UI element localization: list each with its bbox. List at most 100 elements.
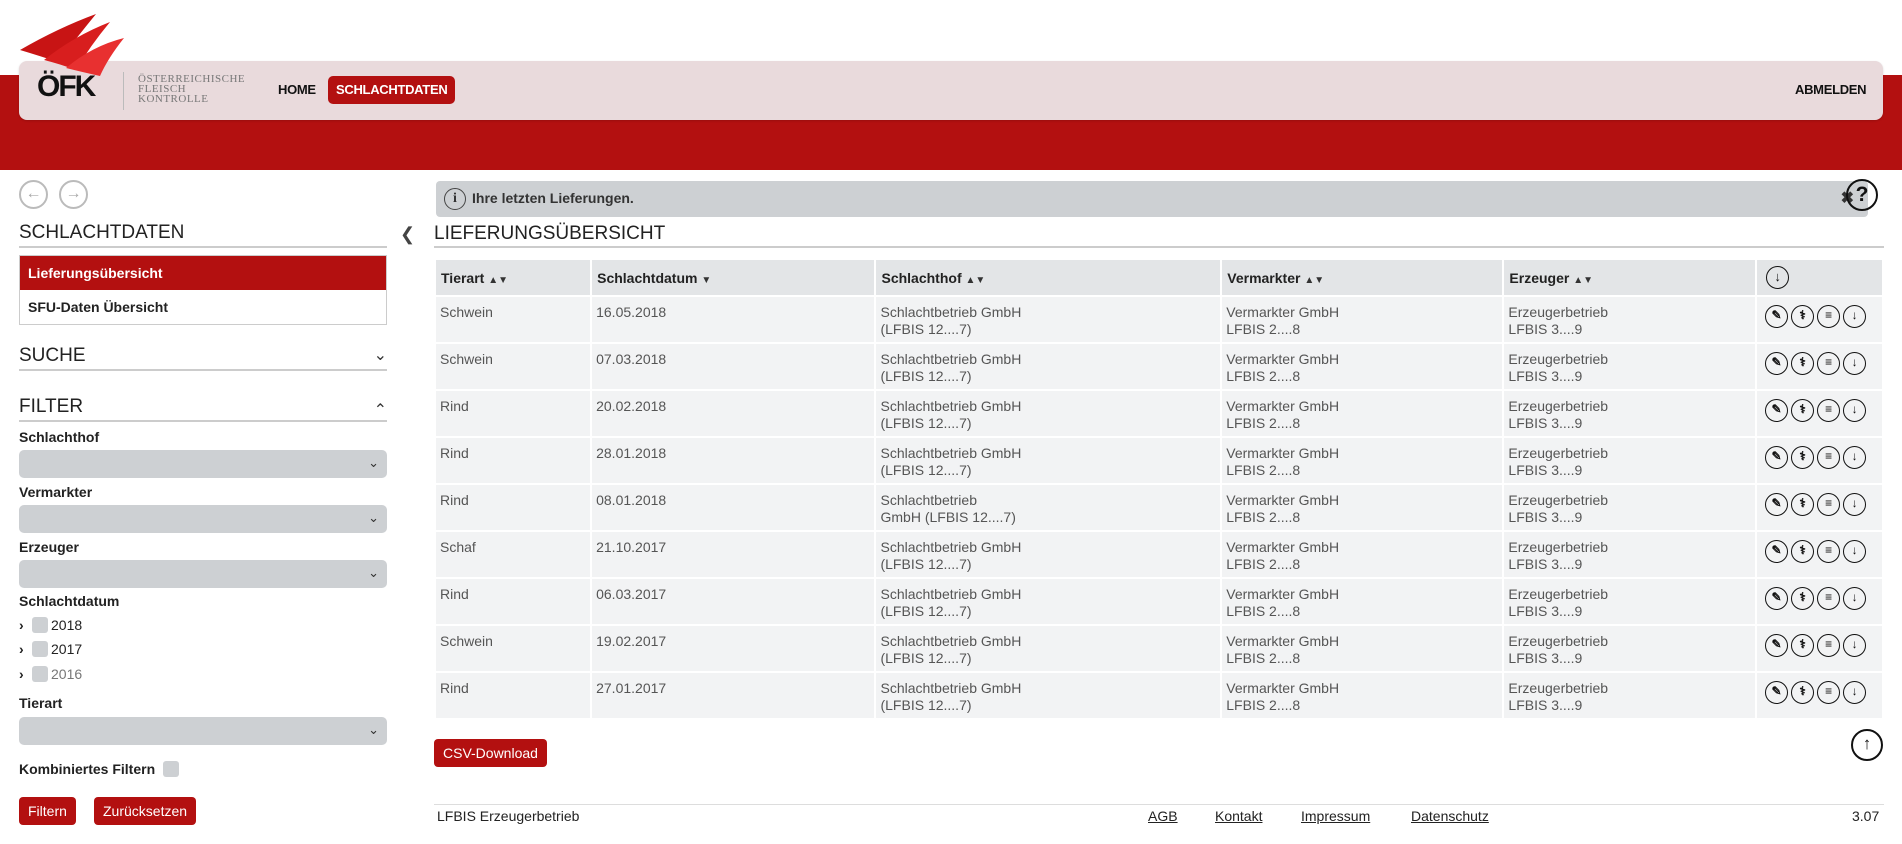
cell-text: 08.01.2018: [596, 492, 667, 508]
logo-sub-line-3: Kontrolle: [138, 93, 209, 105]
syringe-icon[interactable]: ✎: [1765, 305, 1789, 328]
stethoscope-icon[interactable]: ⚕: [1791, 399, 1815, 422]
download-icon[interactable]: ↓: [1843, 352, 1867, 375]
kombiniertes-filtern-checkbox[interactable]: [163, 761, 180, 777]
forward-arrow-icon[interactable]: →: [59, 180, 88, 209]
syringe-icon[interactable]: ✎: [1765, 634, 1789, 657]
vermarkter-select[interactable]: ⌄: [19, 505, 387, 533]
reset-button[interactable]: Zurücksetzen: [94, 797, 197, 825]
back-arrow-icon[interactable]: ←: [19, 180, 48, 209]
filtern-button[interactable]: Filtern: [19, 797, 76, 825]
footer-link-datenschutz[interactable]: Datenschutz: [1411, 808, 1489, 824]
footer-link-agb[interactable]: AGB: [1148, 808, 1178, 824]
nav-home[interactable]: HOME: [278, 76, 316, 104]
syringe-icon[interactable]: ✎: [1765, 446, 1789, 469]
download-icon[interactable]: ↓: [1843, 399, 1867, 422]
chevron-right-icon[interactable]: ›: [19, 641, 32, 657]
list-icon[interactable]: ≡: [1817, 493, 1841, 516]
schlachthof-select[interactable]: ⌄: [19, 450, 387, 478]
download-icon[interactable]: ↓: [1843, 305, 1867, 328]
stethoscope-icon[interactable]: ⚕: [1791, 493, 1815, 516]
syringe-icon[interactable]: ✎: [1765, 540, 1789, 563]
column-header-schlachtdatum[interactable]: Schlachtdatum ▼: [592, 260, 875, 295]
chevron-right-icon[interactable]: ›: [19, 666, 32, 682]
download-icon[interactable]: ↓: [1843, 493, 1867, 516]
nav-abmelden[interactable]: ABMELDEN: [1795, 76, 1867, 104]
cell-text: (LFBIS 12....7): [880, 368, 972, 384]
table-row: Schaf 21.10.2017 Schlachtbetrieb GmbH (LFBI…: [436, 532, 1882, 577]
cell-actions: ✎ ⚕ ≡ ↓: [1757, 485, 1882, 530]
cell-text: Vermarkter GmbH: [1226, 398, 1340, 414]
year-row-2017[interactable]: › 2017: [19, 641, 82, 661]
tierart-select[interactable]: ⌄: [19, 717, 387, 745]
year-checkbox[interactable]: [32, 617, 48, 633]
cell-text: Erzeugerbetrieb: [1508, 351, 1609, 367]
cell-vermarkter: Vermarkter GmbH LFBIS 2....8: [1222, 673, 1503, 718]
list-icon[interactable]: ≡: [1817, 352, 1841, 375]
sidebar-item-sfu-daten[interactable]: SFU-Daten Übersicht: [20, 290, 386, 324]
list-icon[interactable]: ≡: [1817, 634, 1841, 657]
chevron-right-icon[interactable]: ›: [19, 617, 32, 633]
cell-schlachthof: Schlachtbetrieb GmbH (LFBIS 12....7): [876, 673, 1221, 718]
stethoscope-icon[interactable]: ⚕: [1791, 352, 1815, 375]
year-row-2016[interactable]: › 2016: [19, 666, 82, 686]
csv-download-button[interactable]: CSV-Download: [434, 739, 547, 767]
footer-link-kontakt[interactable]: Kontakt: [1215, 808, 1262, 824]
schlachtdatum-label: Schlachtdatum: [19, 593, 120, 609]
cell-text: Erzeugerbetrieb: [1508, 398, 1609, 414]
cell-text: Schlachtbetrieb GmbH: [880, 539, 1022, 555]
filter-section[interactable]: FILTER ⌃: [19, 396, 387, 422]
column-header-download[interactable]: ↓: [1757, 260, 1882, 295]
cell-text: Erzeugerbetrieb: [1508, 304, 1609, 320]
column-header-schlachthof[interactable]: Schlachthof ▲▼: [876, 260, 1221, 295]
cell-schlachtdatum: 08.01.2018: [592, 485, 875, 530]
download-icon[interactable]: ↓: [1843, 634, 1867, 657]
stethoscope-icon[interactable]: ⚕: [1791, 681, 1815, 704]
syringe-icon[interactable]: ✎: [1765, 681, 1789, 704]
year-checkbox[interactable]: [32, 666, 48, 682]
footer-link-impressum[interactable]: Impressum: [1301, 808, 1370, 824]
stethoscope-icon[interactable]: ⚕: [1791, 587, 1815, 610]
cell-text: Schaf: [440, 539, 476, 555]
cell-actions: ✎ ⚕ ≡ ↓: [1757, 297, 1882, 342]
cell-schlachtdatum: 28.01.2018: [592, 438, 875, 483]
collapse-sidebar-icon[interactable]: ❮: [400, 224, 415, 245]
syringe-icon[interactable]: ✎: [1765, 352, 1789, 375]
nav-schlachtdaten[interactable]: SCHLACHTDATEN: [328, 76, 456, 104]
cell-text: LFBIS 2....8: [1226, 556, 1301, 572]
suche-section[interactable]: SUCHE ⌄: [19, 345, 387, 371]
list-icon[interactable]: ≡: [1817, 399, 1841, 422]
scroll-top-icon[interactable]: ↑: [1851, 729, 1883, 761]
list-icon[interactable]: ≡: [1817, 540, 1841, 563]
download-icon[interactable]: ↓: [1843, 446, 1867, 469]
cell-text: (LFBIS 12....7): [880, 462, 972, 478]
cell-tierart: Rind: [436, 579, 591, 624]
sidebar-item-lieferungsuebersicht[interactable]: Lieferungsübersicht: [20, 256, 386, 290]
stethoscope-icon[interactable]: ⚕: [1791, 634, 1815, 657]
footer-divider: [434, 804, 1884, 805]
stethoscope-icon[interactable]: ⚕: [1791, 540, 1815, 563]
column-header-vermarkter[interactable]: Vermarkter ▲▼: [1222, 260, 1503, 295]
syringe-icon[interactable]: ✎: [1765, 399, 1789, 422]
syringe-icon[interactable]: ✎: [1765, 587, 1789, 610]
download-icon[interactable]: ↓: [1843, 587, 1867, 610]
help-icon[interactable]: ?: [1846, 179, 1878, 211]
year-row-2018[interactable]: › 2018: [19, 617, 82, 637]
download-icon[interactable]: ↓: [1843, 540, 1867, 563]
download-all-icon[interactable]: ↓: [1766, 266, 1790, 289]
download-icon[interactable]: ↓: [1843, 681, 1867, 704]
list-icon[interactable]: ≡: [1817, 305, 1841, 328]
cell-text: Schlachtbetrieb GmbH: [880, 586, 1022, 602]
cell-schlachthof: Schlachtbetrieb GmbH (LFBIS 12....7): [876, 532, 1221, 577]
syringe-icon[interactable]: ✎: [1765, 493, 1789, 516]
sort-desc-icon: ▼: [701, 274, 712, 286]
column-header-erzeuger[interactable]: Erzeuger ▲▼: [1504, 260, 1756, 295]
stethoscope-icon[interactable]: ⚕: [1791, 305, 1815, 328]
erzeuger-select[interactable]: ⌄: [19, 560, 387, 588]
stethoscope-icon[interactable]: ⚕: [1791, 446, 1815, 469]
list-icon[interactable]: ≡: [1817, 446, 1841, 469]
list-icon[interactable]: ≡: [1817, 681, 1841, 704]
column-header-tierart[interactable]: Tierart ▲▼: [436, 260, 591, 295]
year-checkbox[interactable]: [32, 641, 48, 657]
list-icon[interactable]: ≡: [1817, 587, 1841, 610]
